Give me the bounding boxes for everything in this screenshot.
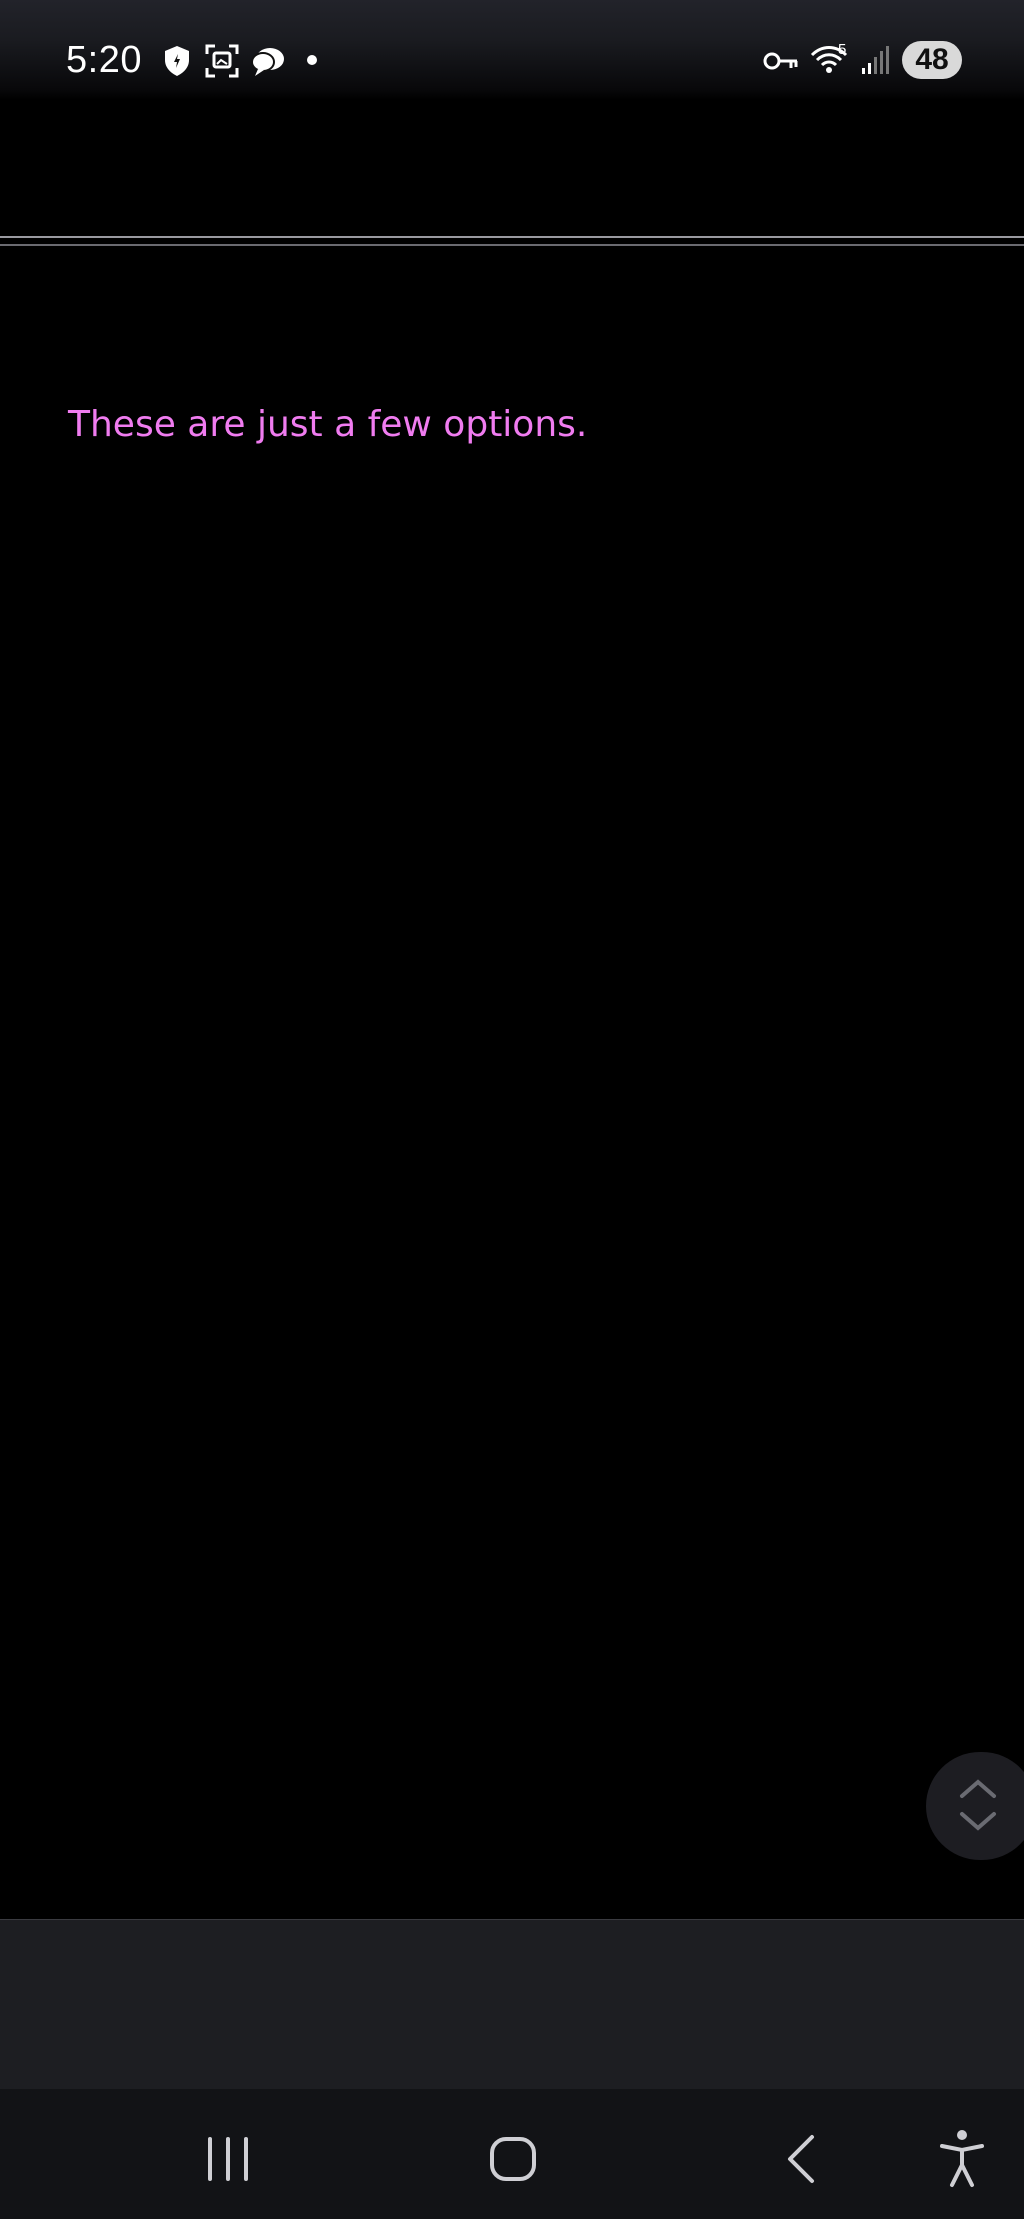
shield-icon xyxy=(165,46,189,76)
message-text: These are just a few options. xyxy=(68,404,588,445)
scroll-button[interactable] xyxy=(926,1752,1024,1860)
signal-icon xyxy=(862,46,889,74)
bottom-panel xyxy=(0,1919,1024,2090)
home-icon xyxy=(490,2137,536,2181)
screenshot-icon xyxy=(205,44,239,78)
vpn-key-icon xyxy=(763,52,798,70)
scroll-up-down-icon xyxy=(960,1779,996,1831)
back-icon xyxy=(788,2135,814,2183)
accessibility-icon xyxy=(940,2130,984,2187)
accessibility-button[interactable] xyxy=(922,2119,1002,2199)
app-screen: 5:20 5 48 These are just a few options. xyxy=(0,0,1024,2219)
back-button[interactable] xyxy=(760,2119,840,2199)
wifi-network-label: 5 xyxy=(838,41,847,58)
notification-dot-icon xyxy=(307,55,317,65)
status-bar: 5:20 5 48 xyxy=(0,0,1024,100)
recent-apps-icon xyxy=(208,2137,248,2181)
status-time: 5:20 xyxy=(66,39,142,81)
chat-bubble-icon xyxy=(251,48,284,76)
recent-apps-button[interactable] xyxy=(188,2119,268,2199)
top-divider xyxy=(0,236,1024,238)
navigation-bar xyxy=(0,2089,1024,2219)
battery-indicator: 48 xyxy=(902,41,962,79)
home-button[interactable] xyxy=(474,2119,554,2199)
top-divider-secondary xyxy=(0,244,1024,246)
